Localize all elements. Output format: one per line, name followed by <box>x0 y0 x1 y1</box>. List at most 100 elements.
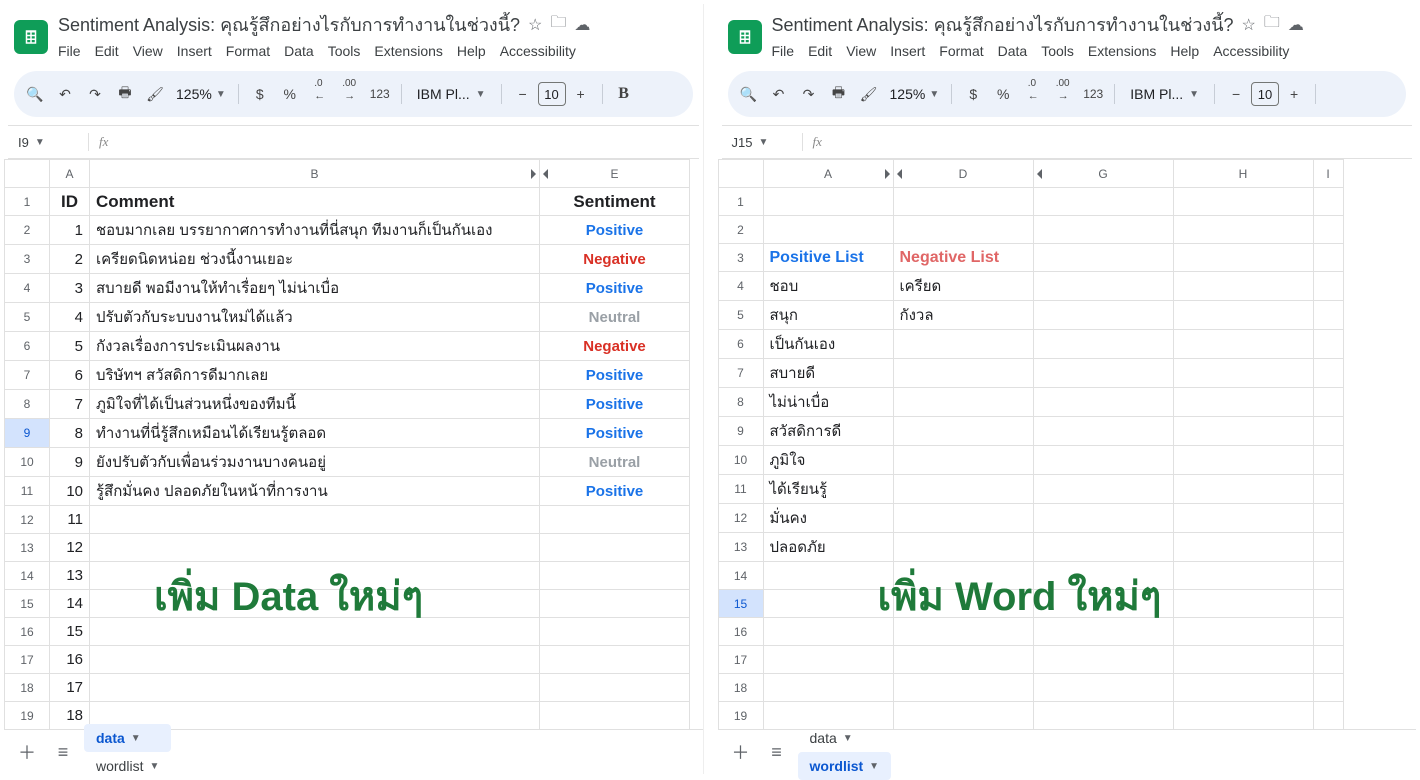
redo-button[interactable]: ↷ <box>796 80 822 108</box>
formula-bar[interactable] <box>118 134 688 151</box>
row-header[interactable]: 10 <box>718 446 763 475</box>
row-header[interactable]: 8 <box>5 390 50 419</box>
increase-decimal-button[interactable]: .00→ <box>337 80 363 108</box>
star-icon[interactable]: ☆ <box>1242 15 1256 35</box>
row-header[interactable]: 4 <box>718 272 763 301</box>
font-size-input[interactable]: 10 <box>1251 82 1279 106</box>
menu-file[interactable]: File <box>772 43 795 59</box>
menu-help[interactable]: Help <box>1170 43 1199 59</box>
add-sheet-button[interactable]: ＋ <box>726 737 756 767</box>
zoom-select[interactable]: 125%▼ <box>172 86 230 102</box>
menu-extensions[interactable]: Extensions <box>1088 43 1156 59</box>
menu-insert[interactable]: Insert <box>890 43 925 59</box>
paint-format-button[interactable]: 🖌 <box>856 80 882 108</box>
row-header[interactable]: 1 <box>5 188 50 216</box>
font-select[interactable]: IBM Pl...▼ <box>410 83 493 105</box>
menu-help[interactable]: Help <box>457 43 486 59</box>
col-header[interactable]: G <box>1033 160 1173 188</box>
tab-data[interactable]: data▼ <box>798 724 892 752</box>
row-header[interactable]: 7 <box>5 361 50 390</box>
menu-edit[interactable]: Edit <box>95 43 119 59</box>
menu-format[interactable]: Format <box>226 43 270 59</box>
menu-view[interactable]: View <box>846 43 876 59</box>
row-header[interactable]: 9 <box>718 417 763 446</box>
col-header[interactable]: A <box>763 160 893 188</box>
star-icon[interactable]: ☆ <box>528 15 542 35</box>
row-header[interactable]: 9 <box>5 419 50 448</box>
row-header[interactable]: 16 <box>718 618 763 646</box>
tab-wordlist[interactable]: wordlist▼ <box>798 752 892 780</box>
doc-title[interactable]: Sentiment Analysis: คุณรู้สึกอย่างไรกับก… <box>772 10 1234 39</box>
row-header[interactable]: 5 <box>5 303 50 332</box>
move-icon[interactable]: 🗀 <box>550 11 566 38</box>
cloud-icon[interactable]: ☁ <box>574 15 590 35</box>
row-header[interactable]: 16 <box>5 618 50 646</box>
row-header[interactable]: 6 <box>718 330 763 359</box>
add-sheet-button[interactable]: ＋ <box>12 737 42 767</box>
undo-button[interactable]: ↶ <box>766 80 792 108</box>
percent-button[interactable]: % <box>277 80 303 108</box>
name-box[interactable]: I9▼ <box>18 135 78 150</box>
row-header[interactable]: 13 <box>718 533 763 562</box>
move-icon[interactable]: 🗀 <box>1264 11 1280 38</box>
font-size-input[interactable]: 10 <box>538 82 566 106</box>
menu-tools[interactable]: Tools <box>1041 43 1074 59</box>
print-button[interactable]: 🖶 <box>826 80 852 108</box>
menu-accessibility[interactable]: Accessibility <box>1213 43 1289 59</box>
row-header[interactable]: 1 <box>718 188 763 216</box>
col-header[interactable]: I <box>1313 160 1343 188</box>
doc-title[interactable]: Sentiment Analysis: คุณรู้สึกอย่างไรกับก… <box>58 10 520 39</box>
sheet-grid[interactable]: ABE1IDCommentSentiment21ชอบมากเลย บรรยาก… <box>4 159 690 730</box>
paint-format-button[interactable]: 🖌 <box>142 80 168 108</box>
row-header[interactable]: 2 <box>5 216 50 245</box>
menu-tools[interactable]: Tools <box>328 43 361 59</box>
percent-button[interactable]: % <box>990 80 1016 108</box>
row-header[interactable]: 12 <box>718 504 763 533</box>
decrease-decimal-button[interactable]: .0← <box>1020 80 1046 108</box>
tab-data[interactable]: data▼ <box>84 724 171 752</box>
row-header[interactable]: 3 <box>718 244 763 272</box>
row-header[interactable]: 3 <box>5 245 50 274</box>
row-header[interactable]: 14 <box>5 562 50 590</box>
menu-insert[interactable]: Insert <box>177 43 212 59</box>
menu-extensions[interactable]: Extensions <box>374 43 442 59</box>
row-header[interactable]: 11 <box>5 477 50 506</box>
bold-button[interactable]: B <box>611 80 637 108</box>
font-size-dec-button[interactable]: − <box>1223 80 1249 108</box>
currency-button[interactable]: $ <box>247 80 273 108</box>
col-header[interactable]: A <box>50 160 90 188</box>
row-header[interactable]: 11 <box>718 475 763 504</box>
menu-accessibility[interactable]: Accessibility <box>500 43 576 59</box>
undo-button[interactable]: ↶ <box>52 80 78 108</box>
font-size-inc-button[interactable]: + <box>1281 80 1307 108</box>
col-header[interactable]: B <box>90 160 540 188</box>
row-header[interactable]: 13 <box>5 534 50 562</box>
row-header[interactable]: 5 <box>718 301 763 330</box>
tab-wordlist[interactable]: wordlist▼ <box>84 752 171 780</box>
row-header[interactable]: 17 <box>718 646 763 674</box>
row-header[interactable]: 4 <box>5 274 50 303</box>
row-header[interactable]: 18 <box>5 674 50 702</box>
redo-button[interactable]: ↷ <box>82 80 108 108</box>
row-header[interactable]: 18 <box>718 674 763 702</box>
menu-edit[interactable]: Edit <box>808 43 832 59</box>
search-icon[interactable]: 🔍 <box>22 80 48 108</box>
col-header[interactable]: D <box>893 160 1033 188</box>
name-box[interactable]: J15▼ <box>732 135 792 150</box>
row-header[interactable]: 8 <box>718 388 763 417</box>
row-header[interactable]: 19 <box>5 702 50 730</box>
menu-view[interactable]: View <box>133 43 163 59</box>
row-header[interactable]: 17 <box>5 646 50 674</box>
row-header[interactable]: 10 <box>5 448 50 477</box>
col-header[interactable]: E <box>540 160 690 188</box>
increase-decimal-button[interactable]: .00→ <box>1050 80 1076 108</box>
font-size-dec-button[interactable]: − <box>510 80 536 108</box>
sheet-grid[interactable]: ADGHI123Positive ListNegative List4ชอบเค… <box>718 159 1344 730</box>
formula-bar[interactable] <box>832 134 1402 151</box>
font-select[interactable]: IBM Pl...▼ <box>1123 83 1206 105</box>
cloud-icon[interactable]: ☁ <box>1288 15 1304 35</box>
more-formats-button[interactable]: 123 <box>367 80 393 108</box>
more-formats-button[interactable]: 123 <box>1080 80 1106 108</box>
row-header[interactable]: 6 <box>5 332 50 361</box>
row-header[interactable]: 14 <box>718 562 763 590</box>
